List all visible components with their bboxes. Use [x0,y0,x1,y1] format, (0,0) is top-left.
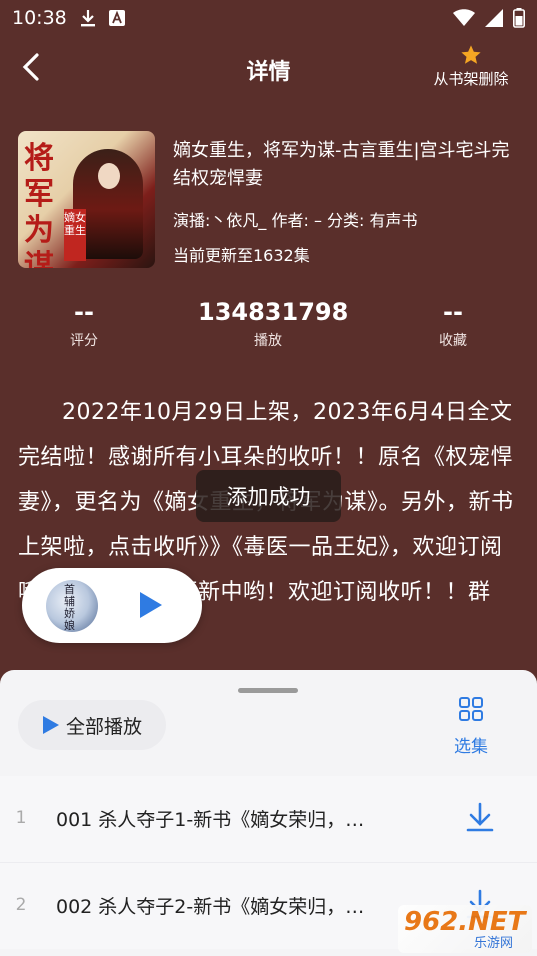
battery-icon [513,8,525,28]
cover-seal: 嫡女重生 [64,209,86,261]
stat-plays: 134831798 播放 [198,298,349,350]
book-cover[interactable]: 将军为谋 嫡女重生 [18,131,155,268]
download-icon [466,802,494,832]
app-notification-icon [108,10,125,26]
episode-title: 002 杀人夺子2-新书《嫡女荣归，… [56,896,365,918]
status-time: 10:38 [12,7,67,29]
mini-player-cover[interactable]: 首辅娇娘 [46,580,98,632]
play-icon [43,716,59,734]
remove-from-shelf-label: 从书架删除 [433,70,509,88]
mini-cover-text: 首辅娇娘 [64,583,75,632]
cover-title: 将军为谋 [24,141,54,268]
download-button[interactable] [466,802,494,836]
watermark-subtext: 乐游网 [474,936,514,951]
select-episodes-label: 选集 [454,737,488,757]
download-icon [79,8,97,28]
stat-rating: -- 评分 [14,298,154,350]
play-icon [140,592,162,618]
remove-from-shelf-button[interactable]: 从书架删除 [421,44,521,89]
stat-label: 收藏 [439,333,467,349]
list-item[interactable]: 1 001 杀人夺子1-新书《嫡女荣归，… [0,776,537,862]
book-meta: 演播:丶依凡_ 作者: – 分类: 有声书 [173,211,418,230]
signal-icon [485,9,503,27]
mini-player[interactable]: 首辅娇娘 [22,568,202,643]
update-status: 当前更新至1632集 [173,246,310,265]
stat-label: 评分 [70,333,98,349]
wifi-icon [453,9,475,27]
stat-value: -- [443,298,463,326]
episode-number: 1 [15,808,27,828]
book-info: 将军为谋 嫡女重生 嫡女重生，将军为谋-古言重生|宫斗宅斗完结权宠悍妻 演播:丶… [18,131,518,271]
mini-play-button[interactable] [138,590,164,624]
episode-number: 2 [15,895,27,915]
stat-favorites: -- 收藏 [383,298,523,350]
book-title: 嫡女重生，将军为谋-古言重生|宫斗宅斗完结权宠悍妻 [173,140,510,189]
grid-icon [459,697,483,721]
header: 详情 从书架删除 [0,36,537,100]
watermark-logo: 962.NET 乐游网 [398,905,532,953]
stats-row: -- 评分 134831798 播放 -- 收藏 [0,298,537,358]
toast-message: 添加成功 [196,470,341,522]
status-bar: 10:38 [0,0,537,36]
stat-value: -- [74,298,94,326]
select-episodes-button[interactable]: 选集 [446,696,496,757]
stat-label: 播放 [254,333,282,349]
episode-title: 001 杀人夺子1-新书《嫡女荣归，… [56,809,365,831]
star-icon [421,44,521,66]
play-all-label: 全部播放 [66,715,143,738]
drag-handle[interactable] [238,688,298,693]
stat-value: 134831798 [198,298,349,326]
cover-face [98,163,120,189]
play-all-button[interactable]: 全部播放 [18,700,166,750]
